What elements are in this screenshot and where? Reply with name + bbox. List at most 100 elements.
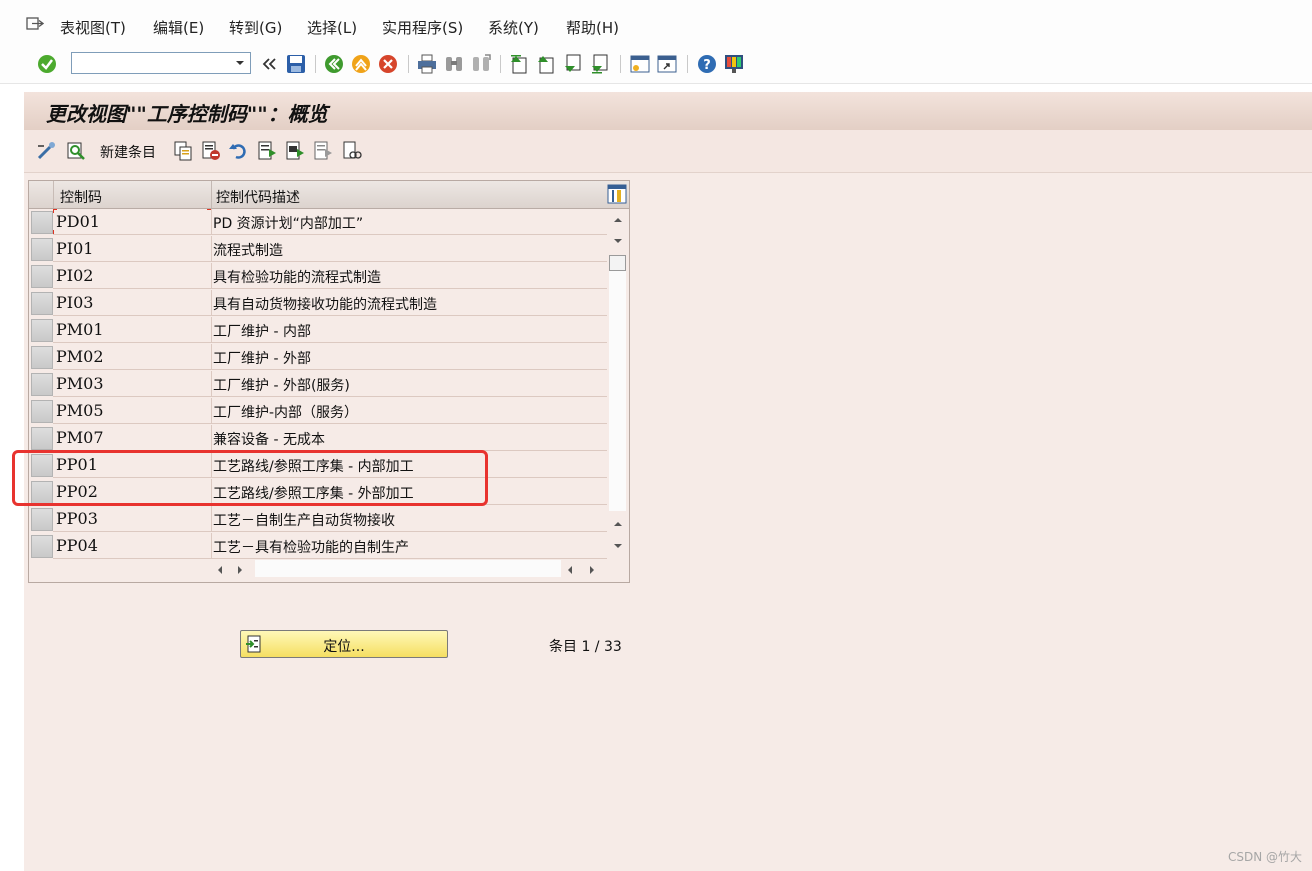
control-key-cell[interactable]: PM03 xyxy=(53,371,211,397)
menu-table-view[interactable]: 表视图(T) xyxy=(60,17,126,38)
table-row[interactable]: PM07 兼容设备 - 无成本 xyxy=(29,425,607,452)
command-field[interactable] xyxy=(71,52,251,74)
row-selector[interactable] xyxy=(31,238,53,261)
customize-layout-icon[interactable] xyxy=(723,53,745,75)
horizontal-scrollbar[interactable] xyxy=(211,558,607,580)
menu-help[interactable]: 帮助(H) xyxy=(566,17,619,38)
control-key-cell[interactable]: PM07 xyxy=(53,425,211,451)
control-key-cell[interactable]: PP04 xyxy=(53,533,211,559)
scroll-thumb[interactable] xyxy=(609,255,626,271)
help-icon[interactable]: ? xyxy=(696,53,718,75)
description-cell[interactable]: 具有自动货物接收功能的流程式制造 xyxy=(211,290,607,316)
horizontal-scroll-track[interactable] xyxy=(255,560,561,577)
description-cell[interactable]: 工艺－自制生产自动货物接收 xyxy=(211,506,607,532)
description-cell[interactable]: 流程式制造 xyxy=(211,236,607,262)
search-help-icon[interactable] xyxy=(65,140,87,162)
scroll-track[interactable] xyxy=(609,271,626,511)
column-divider[interactable] xyxy=(211,181,212,208)
undo-icon[interactable] xyxy=(228,140,250,162)
row-selector[interactable] xyxy=(31,319,53,342)
description-cell[interactable]: 兼容设备 - 无成本 xyxy=(211,425,607,451)
row-selector[interactable] xyxy=(31,211,53,234)
scroll-up-icon[interactable] xyxy=(612,215,624,225)
menu-system[interactable]: 系统(Y) xyxy=(488,17,539,38)
control-key-cell[interactable]: PI02 xyxy=(53,263,211,289)
table-row[interactable]: PP04 工艺－具有检验功能的自制生产 xyxy=(29,533,607,560)
new-session-icon[interactable] xyxy=(629,53,651,75)
row-selector[interactable] xyxy=(31,508,53,531)
position-button[interactable]: 定位... xyxy=(240,630,448,658)
table-row[interactable]: PM01 工厂维护 - 内部 xyxy=(29,317,607,344)
menu-selection[interactable]: 选择(L) xyxy=(307,17,357,38)
control-key-cell[interactable]: PP03 xyxy=(53,506,211,532)
control-key-cell[interactable]: PD01 xyxy=(53,209,211,235)
variant-icon[interactable] xyxy=(340,140,362,162)
description-cell[interactable]: 工厂维护-内部（服务） xyxy=(211,398,607,424)
table-row[interactable]: PI02 具有检验功能的流程式制造 xyxy=(29,263,607,290)
chevron-down-icon[interactable] xyxy=(230,53,250,73)
shortcut-icon[interactable] xyxy=(656,53,678,75)
scroll-left-icon[interactable] xyxy=(215,564,225,576)
save-icon[interactable] xyxy=(285,53,307,75)
row-selector[interactable] xyxy=(31,400,53,423)
row-selector[interactable] xyxy=(31,535,53,558)
table-row[interactable]: PD01 PD 资源计划“内部加工” xyxy=(29,209,607,236)
row-selector[interactable] xyxy=(31,373,53,396)
page-down-icon[interactable] xyxy=(612,541,624,551)
command-input[interactable] xyxy=(75,54,229,74)
cancel-icon[interactable] xyxy=(377,53,399,75)
select-all-icon[interactable] xyxy=(256,140,278,162)
column-header-control-key[interactable]: 控制码 xyxy=(60,187,102,207)
scroll-left-icon[interactable] xyxy=(565,564,575,576)
menu-utilities[interactable]: 实用程序(S) xyxy=(382,17,463,38)
previous-page-icon[interactable] xyxy=(535,53,557,75)
description-cell[interactable]: PD 资源计划“内部加工” xyxy=(211,209,607,235)
print-icon[interactable] xyxy=(416,53,438,75)
double-chevron-left-icon[interactable] xyxy=(259,53,281,75)
back-icon[interactable] xyxy=(323,53,345,75)
exit-icon[interactable] xyxy=(350,53,372,75)
description-cell[interactable]: 工厂维护 - 外部(服务) xyxy=(211,371,607,397)
page-up-icon[interactable] xyxy=(612,519,624,529)
control-key-cell[interactable]: PM01 xyxy=(53,317,211,343)
find-icon[interactable] xyxy=(443,53,465,75)
vertical-scrollbar[interactable] xyxy=(607,209,629,558)
control-key-cell[interactable]: PI03 xyxy=(53,290,211,316)
table-settings-icon[interactable] xyxy=(607,184,627,204)
table-row[interactable]: PM03 工厂维护 - 外部(服务) xyxy=(29,371,607,398)
select-block-icon[interactable] xyxy=(284,140,306,162)
table-row[interactable]: PP03 工艺－自制生产自动货物接收 xyxy=(29,506,607,533)
last-page-icon[interactable] xyxy=(589,53,611,75)
new-entries-button[interactable]: 新建条目 xyxy=(100,142,156,162)
deselect-all-icon[interactable] xyxy=(312,140,334,162)
control-key-cell[interactable]: PM02 xyxy=(53,344,211,370)
row-selector[interactable] xyxy=(31,346,53,369)
scroll-right-icon[interactable] xyxy=(235,564,245,576)
table-row[interactable]: PM02 工厂维护 - 外部 xyxy=(29,344,607,371)
select-all-rows-button[interactable] xyxy=(29,181,54,208)
enter-check-icon[interactable] xyxy=(36,53,58,75)
table-row[interactable]: PM05 工厂维护-内部（服务） xyxy=(29,398,607,425)
row-selector[interactable] xyxy=(31,292,53,315)
display-change-icon[interactable] xyxy=(36,140,58,162)
table-row[interactable]: PI03 具有自动货物接收功能的流程式制造 xyxy=(29,290,607,317)
table-row[interactable]: PI01 流程式制造 xyxy=(29,236,607,263)
menu-exit-icon[interactable] xyxy=(26,16,44,32)
scroll-down-icon[interactable] xyxy=(612,236,624,246)
row-selector[interactable] xyxy=(31,265,53,288)
column-header-description[interactable]: 控制代码描述 xyxy=(216,187,300,207)
copy-icon[interactable] xyxy=(172,140,194,162)
next-page-icon[interactable] xyxy=(562,53,584,75)
menu-goto[interactable]: 转到(G) xyxy=(229,17,282,38)
row-selector[interactable] xyxy=(31,427,53,450)
scroll-right-icon[interactable] xyxy=(587,564,597,576)
menu-edit[interactable]: 编辑(E) xyxy=(153,17,204,38)
description-cell[interactable]: 工艺－具有检验功能的自制生产 xyxy=(211,533,607,559)
control-key-cell[interactable]: PI01 xyxy=(53,236,211,262)
control-key-cell[interactable]: PM05 xyxy=(53,398,211,424)
find-next-icon[interactable] xyxy=(470,53,492,75)
description-cell[interactable]: 具有检验功能的流程式制造 xyxy=(211,263,607,289)
first-page-icon[interactable] xyxy=(508,53,530,75)
description-cell[interactable]: 工厂维护 - 外部 xyxy=(211,344,607,370)
delete-icon[interactable] xyxy=(200,140,222,162)
